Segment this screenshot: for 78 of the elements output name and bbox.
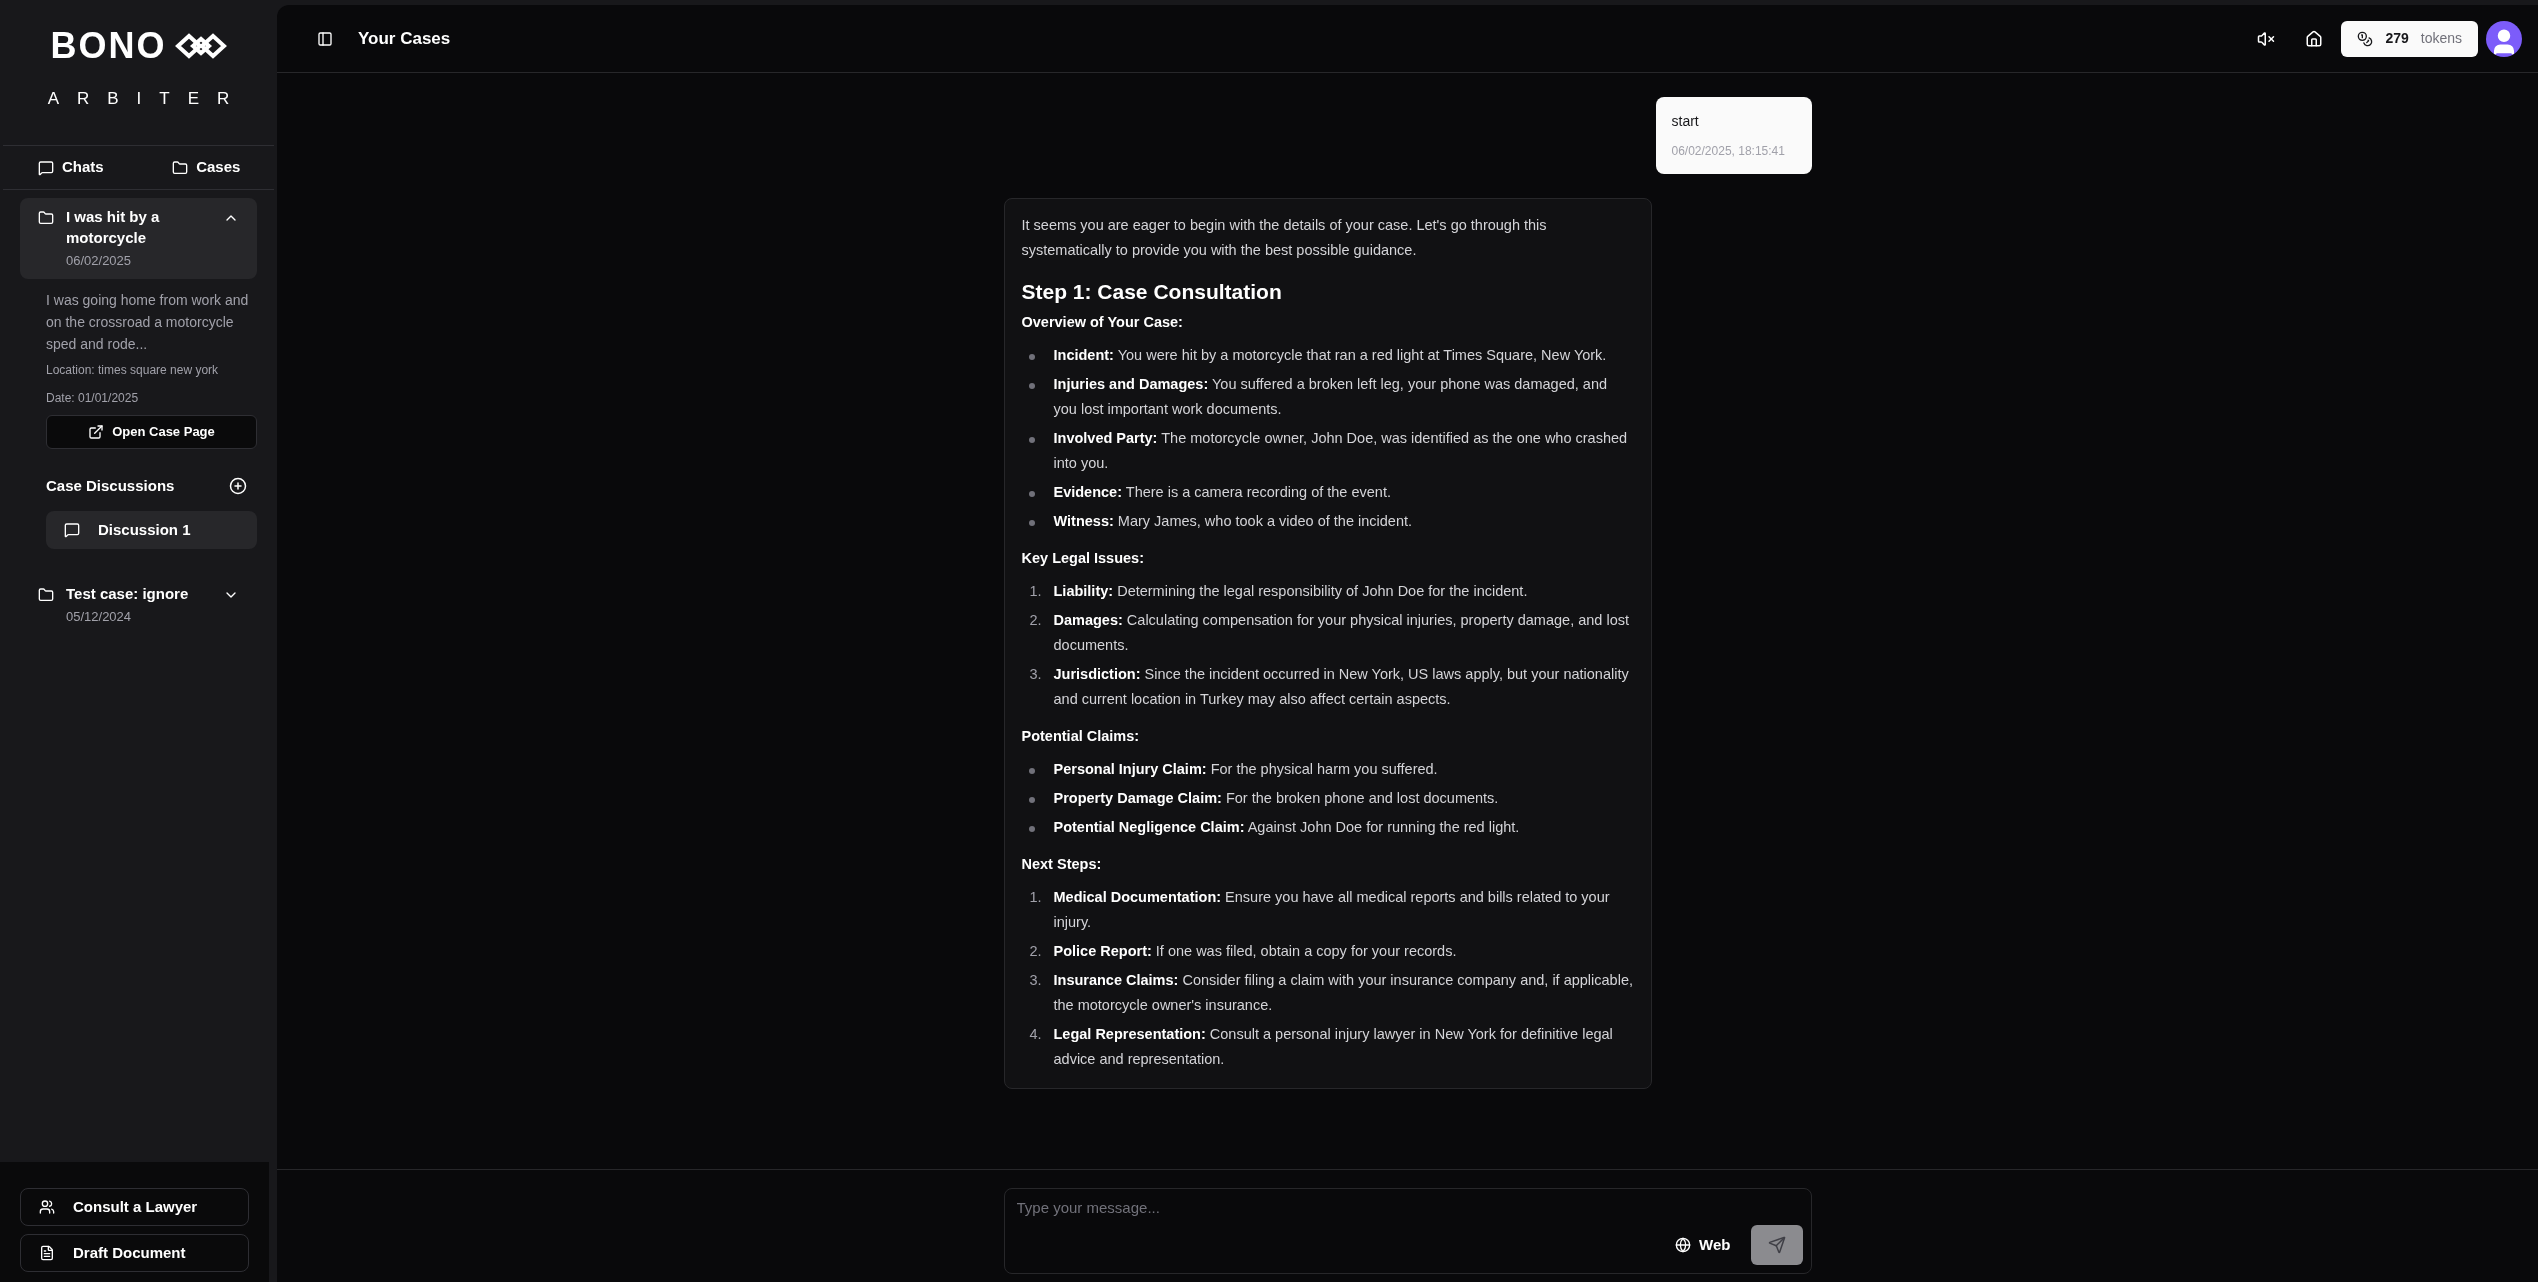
list-item-text: Police Report: If one was filed, obtain a copy for your records. bbox=[1053, 942, 1457, 961]
section-heading: Key Legal Issues: bbox=[1021, 549, 1145, 568]
sidebar-tab[interactable]: Chats bbox=[3, 156, 139, 179]
list-item-text: Incident: You were hit by a motorcycle that ran a red light at Times Square, New York. bbox=[1053, 346, 1607, 365]
folder-icon bbox=[172, 159, 189, 176]
bullet-icon bbox=[1028, 768, 1035, 774]
chat-icon bbox=[64, 522, 80, 538]
list-item-text: Liability: Determining the legal responsibility of John Doe for the incident. bbox=[1053, 582, 1528, 601]
message-paragraph: It seems you are eager to begin with the details of your case. Let's go through this systematically to provide you with the best possible guidance. bbox=[1021, 216, 1548, 260]
list-item-text: Personal Injury Claim: For the physical harm you suffered. bbox=[1053, 760, 1438, 779]
people-icon bbox=[39, 1199, 55, 1215]
case-description: I was going home from work and on the crossroad a motorcycle sped and rode... bbox=[46, 290, 250, 354]
list-number: 3. bbox=[1028, 971, 1042, 990]
globe-icon bbox=[1675, 1237, 1692, 1253]
case-location: Location: times square new york bbox=[46, 361, 220, 379]
sidebar-action-button[interactable]: Draft Document bbox=[20, 1234, 249, 1272]
bullet-icon bbox=[1028, 797, 1035, 803]
case-incident-date: Date: 01/01/2025 bbox=[46, 389, 140, 407]
tokens-count: 279 bbox=[2385, 29, 2409, 48]
sidebar-tab[interactable]: Cases bbox=[138, 156, 274, 179]
list-number: 4. bbox=[1028, 1025, 1042, 1044]
list-item-text: Damages: Calculating compensation for your physical injuries, property damage, and lost documents. bbox=[1053, 611, 1630, 655]
bullet-icon bbox=[1028, 437, 1035, 443]
list-item-text: Legal Representation: Consult a personal injury lawyer in New York for definitive legal advice and representation. bbox=[1053, 1025, 1614, 1069]
bullet-icon bbox=[1028, 491, 1035, 497]
chat-icon bbox=[37, 159, 54, 176]
logo-icon bbox=[174, 33, 227, 59]
web-search-toggle[interactable]: Web bbox=[1675, 1233, 1731, 1257]
list-item-text: Jurisdiction: Since the incident occurred in New York, US laws apply, but your nationality and current location in Turkey may also affect certain aspects. bbox=[1053, 665, 1630, 709]
list-number: 3. bbox=[1028, 665, 1042, 684]
list-number: 1. bbox=[1028, 582, 1042, 601]
list-item-text: Insurance Claims: Consider filing a claim with your insurance company and, if applicable, the motorcycle owner's insurance. bbox=[1053, 971, 1634, 1015]
folder-icon bbox=[38, 587, 54, 603]
coins-icon bbox=[2357, 30, 2374, 47]
bullet-icon bbox=[1028, 354, 1035, 360]
list-item-text: Evidence: There is a camera recording of the event. bbox=[1053, 483, 1391, 502]
bullet-icon bbox=[1028, 826, 1035, 832]
case-item[interactable]: I was hit by a motorcycle 06/02/2025 bbox=[20, 198, 257, 279]
list-item-text: Witness: Mary James, who took a video of the incident. bbox=[1053, 512, 1412, 531]
case-title: Test case: ignore bbox=[66, 584, 190, 604]
user-avatar[interactable] bbox=[2486, 20, 2522, 57]
list-number: 1. bbox=[1028, 888, 1042, 907]
case-item[interactable]: Test case: ignore 05/12/2024 bbox=[20, 575, 257, 635]
folder-icon bbox=[38, 210, 54, 226]
section-heading: Overview of Your Case: bbox=[1021, 313, 1184, 332]
message-heading: Step 1: Case Consultation bbox=[1021, 279, 1283, 304]
case-title: I was hit by a motorcycle bbox=[66, 207, 161, 248]
home-icon[interactable] bbox=[2305, 29, 2324, 48]
bullet-icon bbox=[1028, 383, 1035, 389]
add-icon[interactable] bbox=[229, 476, 247, 495]
list-item-text: Medical Documentation: Ensure you have all medical reports and bills related to your injury. bbox=[1053, 888, 1611, 932]
logo-wordmark: BONO bbox=[50, 28, 167, 64]
list-item-text: Property Damage Claim: For the broken phone and lost documents. bbox=[1053, 789, 1499, 808]
send-icon bbox=[1767, 1236, 1786, 1254]
discussions-title: Case Discussions bbox=[46, 475, 175, 496]
list-number: 2. bbox=[1028, 942, 1042, 961]
message-time: 06/02/2025, 18:15:41 bbox=[1671, 143, 1786, 160]
external-link-icon bbox=[88, 423, 105, 440]
section-heading: Next Steps: bbox=[1021, 855, 1103, 874]
mute-icon[interactable] bbox=[2257, 29, 2276, 48]
bullet-icon bbox=[1028, 520, 1035, 526]
discussion-item[interactable]: Discussion 1 bbox=[46, 511, 257, 549]
section-heading: Potential Claims: bbox=[1021, 727, 1141, 746]
case-date: 05/12/2024 bbox=[66, 608, 133, 626]
tokens-label: tokens bbox=[2420, 29, 2462, 48]
case-date: 06/02/2025 bbox=[66, 252, 133, 270]
message-input[interactable]: Type your message... bbox=[1016, 1197, 1617, 1220]
list-item-text: Involved Party: The motorcycle owner, John Doe, was identified as the one who crashed into you. bbox=[1053, 429, 1629, 473]
document-icon bbox=[39, 1245, 55, 1261]
logo-subtitle: ARBITER bbox=[46, 88, 248, 110]
list-item-text: Potential Negligence Claim: Against John Doe for running the red light. bbox=[1053, 818, 1520, 837]
list-number: 2. bbox=[1028, 611, 1042, 630]
message-text: start bbox=[1671, 112, 1700, 131]
sidebar-action-button[interactable]: Consult a Lawyer bbox=[20, 1188, 249, 1226]
page-title: Your Cases bbox=[358, 27, 451, 50]
open-case-button[interactable]: Open Case Page bbox=[46, 414, 257, 449]
list-item-text: Injuries and Damages: You suffered a broken left leg, your phone was damaged, and you lost important work documents. bbox=[1053, 375, 1608, 419]
sidebar-toggle-icon[interactable] bbox=[317, 30, 333, 47]
